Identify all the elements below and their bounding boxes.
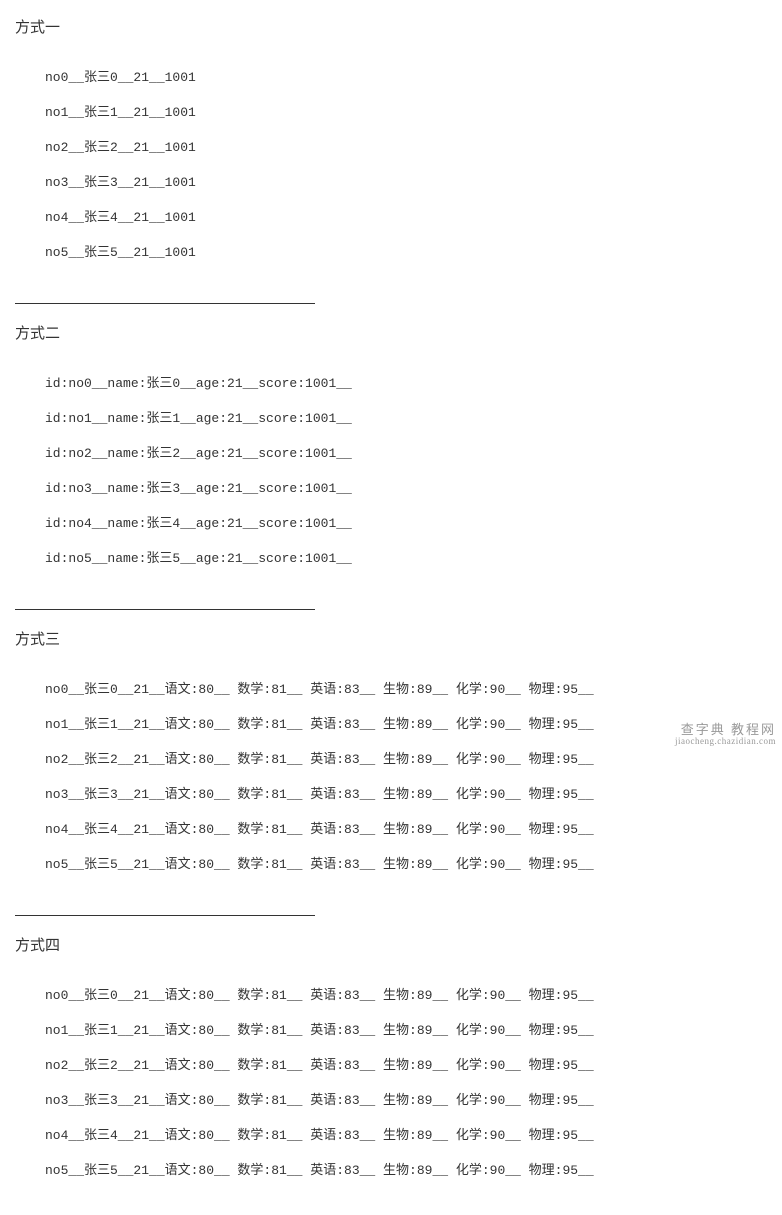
code-line: id:no1__name:张三1__age:21__score:1001__ — [45, 410, 767, 428]
code-block-2: id:no0__name:张三0__age:21__score:1001__ i… — [15, 357, 767, 585]
section-title-1: 方式一 — [15, 16, 767, 37]
code-line: no0__张三0__21__语文:80__ 数学:81__ 英语:83__ 生物… — [45, 681, 767, 699]
code-block-4: no0__张三0__21__语文:80__ 数学:81__ 英语:83__ 生物… — [15, 969, 767, 1197]
section-divider — [15, 609, 315, 610]
code-line: id:no2__name:张三2__age:21__score:1001__ — [45, 445, 767, 463]
code-line: no5__张三5__21__1001 — [45, 244, 767, 262]
watermark: 查字典 教程网 jiaocheng.chazidian.com — [675, 723, 776, 747]
code-line: no2__张三2__21__语文:80__ 数学:81__ 英语:83__ 生物… — [45, 1057, 767, 1075]
code-line: id:no3__name:张三3__age:21__score:1001__ — [45, 480, 767, 498]
code-line: no1__张三1__21__语文:80__ 数学:81__ 英语:83__ 生物… — [45, 1022, 767, 1040]
section-title-2: 方式二 — [15, 322, 767, 343]
watermark-title: 查字典 教程网 — [675, 723, 776, 737]
code-line: no4__张三4__21__1001 — [45, 209, 767, 227]
code-line: no1__张三1__21__语文:80__ 数学:81__ 英语:83__ 生物… — [45, 716, 767, 734]
code-line: no2__张三2__21__语文:80__ 数学:81__ 英语:83__ 生物… — [45, 751, 767, 769]
code-block-3: no0__张三0__21__语文:80__ 数学:81__ 英语:83__ 生物… — [15, 663, 767, 891]
section-divider — [15, 915, 315, 916]
code-line: no3__张三3__21__语文:80__ 数学:81__ 英语:83__ 生物… — [45, 1092, 767, 1110]
code-line: no4__张三4__21__语文:80__ 数学:81__ 英语:83__ 生物… — [45, 1127, 767, 1145]
code-line: id:no4__name:张三4__age:21__score:1001__ — [45, 515, 767, 533]
code-block-1: no0__张三0__21__1001 no1__张三1__21__1001 no… — [15, 51, 767, 279]
code-line: no2__张三2__21__1001 — [45, 139, 767, 157]
section-title-4: 方式四 — [15, 934, 767, 955]
code-line: no1__张三1__21__1001 — [45, 104, 767, 122]
code-line: no5__张三5__21__语文:80__ 数学:81__ 英语:83__ 生物… — [45, 856, 767, 874]
section-title-3: 方式三 — [15, 628, 767, 649]
code-line: no5__张三5__21__语文:80__ 数学:81__ 英语:83__ 生物… — [45, 1162, 767, 1180]
code-line: no4__张三4__21__语文:80__ 数学:81__ 英语:83__ 生物… — [45, 821, 767, 839]
code-line: no0__张三0__21__语文:80__ 数学:81__ 英语:83__ 生物… — [45, 987, 767, 1005]
code-line: no3__张三3__21__1001 — [45, 174, 767, 192]
code-line: no0__张三0__21__1001 — [45, 69, 767, 87]
section-divider — [15, 303, 315, 304]
watermark-url: jiaocheng.chazidian.com — [675, 737, 776, 747]
code-line: id:no0__name:张三0__age:21__score:1001__ — [45, 375, 767, 393]
code-line: id:no5__name:张三5__age:21__score:1001__ — [45, 550, 767, 568]
code-line: no3__张三3__21__语文:80__ 数学:81__ 英语:83__ 生物… — [45, 786, 767, 804]
